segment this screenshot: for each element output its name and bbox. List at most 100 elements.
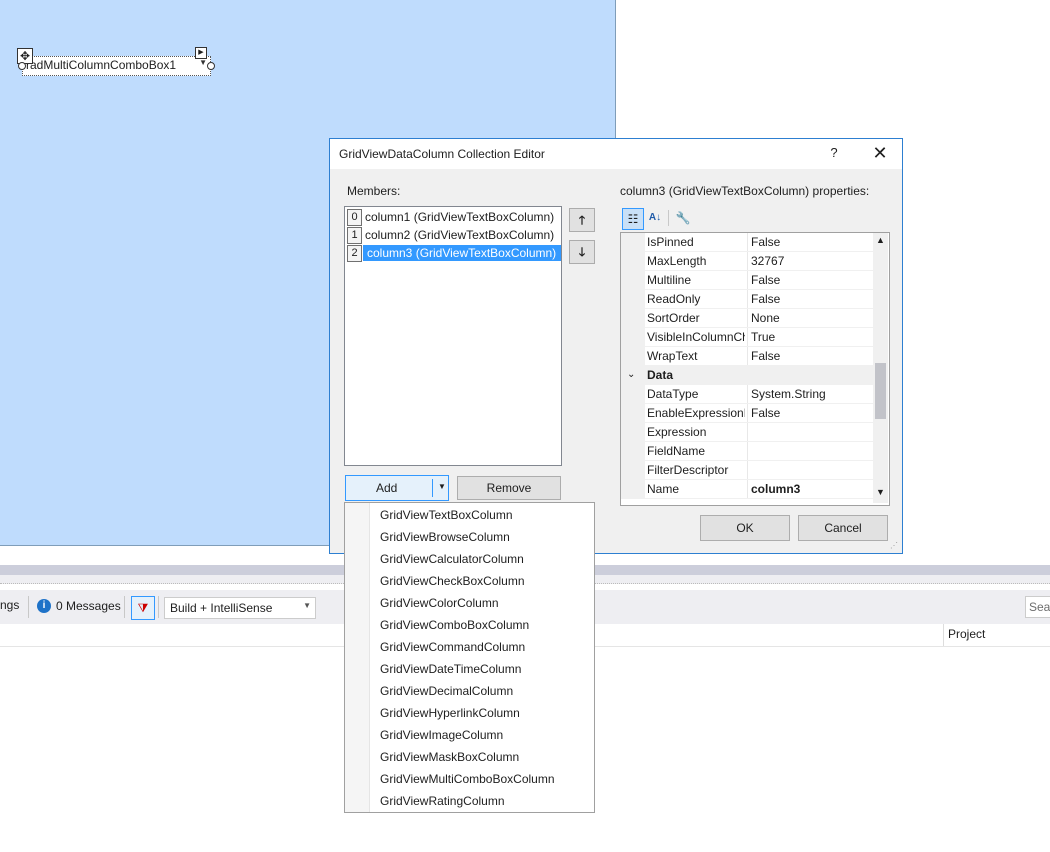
property-row[interactable]: EnableExpressionEd False	[621, 404, 873, 423]
property-grid-scrollbar[interactable]: ▲ ▼	[873, 233, 888, 503]
multi-column-combobox-control[interactable]: radMultiColumnComboBox1 ▼ ✥ ▶	[17, 47, 215, 76]
property-divider[interactable]	[747, 404, 748, 423]
property-row[interactable]: SortOrder None	[621, 309, 873, 328]
property-row[interactable]: FieldName	[621, 442, 873, 461]
property-row[interactable]: DataType System.String	[621, 385, 873, 404]
property-divider[interactable]	[747, 271, 748, 290]
move-up-button[interactable]: 🡑	[569, 208, 595, 232]
menu-item[interactable]: GridViewMultiComboBoxColumn	[380, 772, 555, 786]
member-label: column3 (GridViewTextBoxColumn)	[363, 245, 561, 261]
row-divider	[645, 498, 873, 499]
column-separator[interactable]	[943, 624, 944, 646]
menu-item[interactable]: GridViewDecimalColumn	[380, 684, 513, 698]
move-down-button[interactable]: 🡓	[569, 240, 595, 264]
categorized-view-icon[interactable]: ☷	[622, 208, 644, 230]
property-divider[interactable]	[747, 423, 748, 442]
property-grid[interactable]: IsPinned False MaxLength 32767 Multiline Fals…	[620, 232, 890, 506]
scroll-down-icon[interactable]: ▼	[873, 487, 888, 497]
chevron-down-icon[interactable]: ⌄	[627, 369, 635, 380]
property-row[interactable]: WrapText False	[621, 347, 873, 366]
menu-item[interactable]: GridViewColorColumn	[380, 596, 499, 610]
property-row[interactable]: VisibleInColumnCh True	[621, 328, 873, 347]
dialog-titlebar[interactable]: GridViewDataColumn Collection Editor ? ✕	[330, 139, 902, 169]
list-item[interactable]: 1 column2 (GridViewTextBoxColumn)	[347, 227, 559, 244]
menu-item[interactable]: GridViewBrowseColumn	[380, 530, 510, 544]
property-divider[interactable]	[747, 233, 748, 252]
property-value[interactable]: False	[751, 292, 871, 306]
property-divider[interactable]	[747, 252, 748, 271]
scroll-up-icon[interactable]: ▲	[873, 235, 888, 245]
smart-tag-icon[interactable]: ▶	[195, 47, 207, 59]
members-list[interactable]: 0 column1 (GridViewTextBoxColumn) 1 colu…	[344, 206, 562, 466]
property-category[interactable]: ⌄ Data	[621, 366, 873, 385]
menu-item[interactable]: GridViewDateTimeColumn	[380, 662, 521, 676]
remove-button[interactable]: Remove	[457, 476, 561, 500]
search-input[interactable]: Sear	[1025, 596, 1050, 618]
add-split-button[interactable]: Add ▼	[345, 475, 449, 501]
scroll-thumb[interactable]	[875, 363, 886, 419]
menu-item[interactable]: GridViewMaskBoxColumn	[380, 750, 519, 764]
property-divider[interactable]	[747, 328, 748, 347]
property-row[interactable]: FilterDescriptor	[621, 461, 873, 480]
property-row[interactable]: MaxLength 32767	[621, 252, 873, 271]
chevron-down-icon[interactable]: ▼	[199, 58, 207, 67]
ok-button[interactable]: OK	[700, 515, 790, 541]
build-filter-select[interactable]: Build + IntelliSense ▼	[164, 597, 316, 619]
property-value[interactable]: False	[751, 406, 871, 420]
messages-filter-label[interactable]: 0 Messages	[56, 599, 121, 613]
menu-item[interactable]: GridViewCalculatorColumn	[380, 552, 524, 566]
property-name: EnableExpressionEd	[647, 406, 745, 420]
property-value[interactable]: column3	[751, 482, 871, 496]
menu-item[interactable]: GridViewCommandColumn	[380, 640, 525, 654]
resize-handle-left[interactable]	[18, 62, 26, 70]
column-header-project[interactable]: Project	[948, 627, 985, 641]
property-divider[interactable]	[747, 347, 748, 366]
property-gutter	[621, 480, 645, 499]
close-icon[interactable]: ✕	[866, 143, 894, 165]
menu-item[interactable]: GridViewHyperlinkColumn	[380, 706, 520, 720]
add-button-label: Add	[376, 481, 398, 495]
property-row[interactable]: IsPinned False	[621, 233, 873, 252]
property-row[interactable]: Name column3	[621, 480, 873, 499]
menu-item[interactable]: GridViewTextBoxColumn	[380, 508, 513, 522]
property-divider[interactable]	[747, 461, 748, 480]
split-divider	[432, 479, 433, 497]
property-value[interactable]: True	[751, 330, 871, 344]
property-row[interactable]: Multiline False	[621, 271, 873, 290]
property-value[interactable]: 32767	[751, 254, 871, 268]
member-label: column1 (GridViewTextBoxColumn)	[365, 210, 555, 224]
cancel-button[interactable]: Cancel	[798, 515, 888, 541]
menu-item[interactable]: GridViewRatingColumn	[380, 794, 505, 808]
warnings-filter-label[interactable]: ngs	[0, 598, 19, 612]
alphabetical-sort-icon[interactable]: A↓	[645, 208, 665, 228]
list-item[interactable]: 0 column1 (GridViewTextBoxColumn)	[347, 209, 559, 226]
property-value[interactable]: False	[751, 235, 871, 249]
property-value[interactable]: None	[751, 311, 871, 325]
property-row[interactable]: Expression	[621, 423, 873, 442]
resize-handle-right[interactable]	[207, 62, 215, 70]
filter-icon[interactable]: ⧩	[131, 596, 155, 620]
property-pages-icon[interactable]: 🔧	[673, 208, 693, 228]
property-value[interactable]: False	[751, 273, 871, 287]
toolbar-separator	[158, 596, 159, 618]
property-divider[interactable]	[747, 385, 748, 404]
property-divider[interactable]	[747, 442, 748, 461]
property-value[interactable]: System.String	[751, 387, 871, 401]
menu-item[interactable]: GridViewComboBoxColumn	[380, 618, 529, 632]
property-gutter	[621, 404, 645, 423]
menu-item[interactable]: GridViewCheckBoxColumn	[380, 574, 525, 588]
resize-grip-icon[interactable]: ⋰	[890, 541, 898, 550]
property-divider[interactable]	[747, 290, 748, 309]
chevron-down-icon[interactable]: ▼	[438, 482, 446, 491]
property-gutter	[621, 309, 645, 328]
info-icon[interactable]: i	[37, 599, 51, 613]
menu-item[interactable]: GridViewImageColumn	[380, 728, 503, 742]
property-gutter	[621, 271, 645, 290]
property-row[interactable]: ReadOnly False	[621, 290, 873, 309]
list-item-selected[interactable]: 2 column3 (GridViewTextBoxColumn)	[347, 245, 561, 262]
property-gutter	[621, 290, 645, 309]
property-divider[interactable]	[747, 480, 748, 499]
help-button[interactable]: ?	[822, 145, 846, 163]
property-value[interactable]: False	[751, 349, 871, 363]
property-divider[interactable]	[747, 309, 748, 328]
